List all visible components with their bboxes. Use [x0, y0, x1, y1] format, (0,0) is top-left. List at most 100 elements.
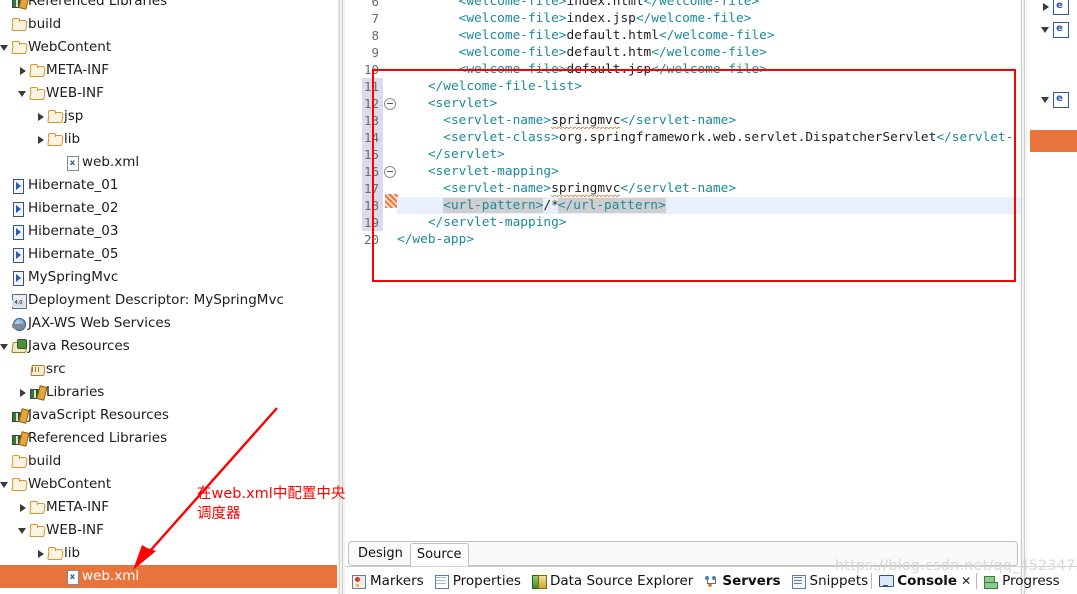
- fold-collapse-icon[interactable]: [384, 98, 396, 110]
- code-line[interactable]: <welcome-file>default.jsp</welcome-file>: [397, 61, 767, 78]
- outline-row[interactable]: [1039, 88, 1069, 111]
- line-number: 17: [347, 180, 379, 197]
- view-tab-data-source-explorer[interactable]: Data Source Explorer: [531, 568, 693, 594]
- tree-item-label: Java Resources: [28, 338, 130, 354]
- tree-item-jax-ws-web-services[interactable]: JAX-WS Web Services: [0, 312, 337, 335]
- tree-item-web-xml[interactable]: web.xml: [0, 151, 337, 174]
- line-number: 15: [347, 146, 379, 163]
- code-line[interactable]: <servlet-name>springmvc</servlet-name>: [397, 112, 736, 129]
- code-line[interactable]: <servlet-mapping>: [397, 163, 559, 180]
- code-folding-column[interactable]: [383, 0, 397, 566]
- tree-no-arrow: [0, 13, 11, 36]
- code-line[interactable]: </servlet-mapping>: [397, 214, 567, 231]
- tree-item-lib[interactable]: lib: [0, 128, 337, 151]
- markers-icon: [351, 574, 367, 588]
- tree-no-arrow: [0, 404, 11, 427]
- code-line[interactable]: <welcome-file>default.html</welcome-file…: [397, 27, 775, 44]
- code-token: </welcome-file>: [636, 11, 752, 26]
- tree-no-arrow: [0, 243, 11, 266]
- code-indent: [397, 0, 459, 9]
- view-tab-markers[interactable]: Markers: [351, 568, 424, 594]
- code-line[interactable]: </web-app>: [397, 231, 474, 248]
- folder-icon: [11, 13, 28, 36]
- chevron-down-icon[interactable]: [18, 82, 29, 105]
- tree-item-java-resources[interactable]: Java Resources: [0, 335, 337, 358]
- chevron-right-icon[interactable]: [36, 128, 47, 151]
- code-line[interactable]: <servlet-class>org.springframework.web.s…: [397, 129, 1013, 146]
- chevron-right-icon[interactable]: [18, 381, 29, 404]
- chevron-right-icon[interactable]: [36, 105, 47, 128]
- outline-row[interactable]: [1039, 0, 1069, 18]
- line-number: 6: [347, 0, 379, 10]
- line-number: 18: [347, 197, 379, 214]
- outline-view[interactable]: [1027, 0, 1077, 566]
- outline-selected-row[interactable]: [1030, 130, 1077, 152]
- tree-item-build[interactable]: build: [0, 450, 337, 473]
- chevron-right-icon[interactable]: [18, 496, 29, 519]
- tree-item-meta-inf[interactable]: META-INF: [0, 59, 337, 82]
- tree-item-referenced-libraries[interactable]: Referenced Libraries: [0, 0, 337, 13]
- view-tab-servers[interactable]: Servers: [703, 568, 780, 594]
- code-line[interactable]: </welcome-file-list>: [397, 78, 582, 95]
- chevron-down-icon[interactable]: [1039, 88, 1053, 111]
- tree-item-label: WebContent: [28, 39, 111, 55]
- code-line[interactable]: <servlet>: [397, 95, 497, 112]
- code-indent: [397, 181, 443, 196]
- tree-item-libraries[interactable]: Libraries: [0, 381, 337, 404]
- folder-icon: [47, 542, 64, 565]
- tree-item-referenced-libraries[interactable]: Referenced Libraries: [0, 427, 337, 450]
- chevron-down-icon[interactable]: [0, 473, 11, 496]
- books-icon: [29, 381, 46, 404]
- code-line[interactable]: <welcome-file>default.htm</welcome-file>: [397, 44, 767, 61]
- view-tab-properties[interactable]: Properties: [434, 568, 521, 594]
- tree-item-web-inf[interactable]: WEB-INF: [0, 82, 337, 105]
- code-line[interactable]: <servlet-name>springmvc</servlet-name>: [397, 180, 736, 197]
- tree-no-arrow: [0, 0, 11, 13]
- line-number: 12: [347, 95, 379, 112]
- tree-no-arrow: [0, 266, 11, 289]
- chevron-down-icon[interactable]: [0, 335, 11, 358]
- annotation-line-2: 调度器: [197, 504, 347, 524]
- xml-source-editor[interactable]: 67891011121314151617181920 <welcome-file…: [345, 0, 1020, 566]
- chevron-down-icon[interactable]: [0, 36, 11, 59]
- tree-item-hibernate-03[interactable]: Hibernate_03: [0, 220, 337, 243]
- chevron-right-icon[interactable]: [36, 542, 47, 565]
- project-icon: [11, 174, 28, 197]
- code-line[interactable]: </servlet>: [397, 146, 505, 163]
- tree-item-jsp[interactable]: jsp: [0, 105, 337, 128]
- line-number: 16: [347, 163, 379, 180]
- code-indent: [397, 147, 428, 162]
- books-icon: [11, 427, 28, 450]
- tree-item-javascript-resources[interactable]: JavaScript Resources: [0, 404, 337, 427]
- editor-tab-design[interactable]: Design: [352, 543, 409, 564]
- chevron-down-icon[interactable]: [1039, 18, 1053, 41]
- code-line[interactable]: <welcome-file>index.html</welcome-file>: [397, 0, 759, 10]
- chevron-right-icon[interactable]: [18, 59, 29, 82]
- tree-item-build[interactable]: build: [0, 13, 337, 36]
- editor-outline-splitter[interactable]: [1020, 0, 1027, 594]
- tree-item-lib[interactable]: lib: [0, 542, 337, 565]
- tree-no-arrow: [0, 174, 11, 197]
- chevron-down-icon[interactable]: [18, 519, 29, 542]
- line-number: 19: [347, 214, 379, 231]
- tree-item-webcontent[interactable]: WebContent: [0, 36, 337, 59]
- tree-item-deployment-descriptor-myspringmvc[interactable]: Deployment Descriptor: MySpringMvc: [0, 289, 337, 312]
- outline-row[interactable]: [1039, 18, 1069, 41]
- tree-item-myspringmvc[interactable]: MySpringMvc: [0, 266, 337, 289]
- element-e-icon: [1053, 0, 1069, 15]
- tree-item-hibernate-05[interactable]: Hibernate_05: [0, 243, 337, 266]
- code-token: </url-pattern>: [558, 198, 666, 213]
- fold-collapse-icon[interactable]: [384, 166, 396, 178]
- tree-item-hibernate-02[interactable]: Hibernate_02: [0, 197, 337, 220]
- chevron-right-icon[interactable]: [1039, 0, 1053, 18]
- tree-item-src[interactable]: src: [0, 358, 337, 381]
- folder-icon: [29, 59, 46, 82]
- tree-item-hibernate-01[interactable]: Hibernate_01: [0, 174, 337, 197]
- editor-tab-source[interactable]: Source: [410, 543, 469, 566]
- tree-item-label: Referenced Libraries: [28, 0, 167, 9]
- code-line[interactable]: <url-pattern>/*</url-pattern>: [397, 197, 1020, 214]
- code-text-area[interactable]: <welcome-file>index.html</welcome-file> …: [397, 0, 1020, 566]
- tree-item-web-xml[interactable]: web.xml: [0, 565, 337, 588]
- code-indent: [397, 62, 459, 77]
- code-line[interactable]: <welcome-file>index.jsp</welcome-file>: [397, 10, 751, 27]
